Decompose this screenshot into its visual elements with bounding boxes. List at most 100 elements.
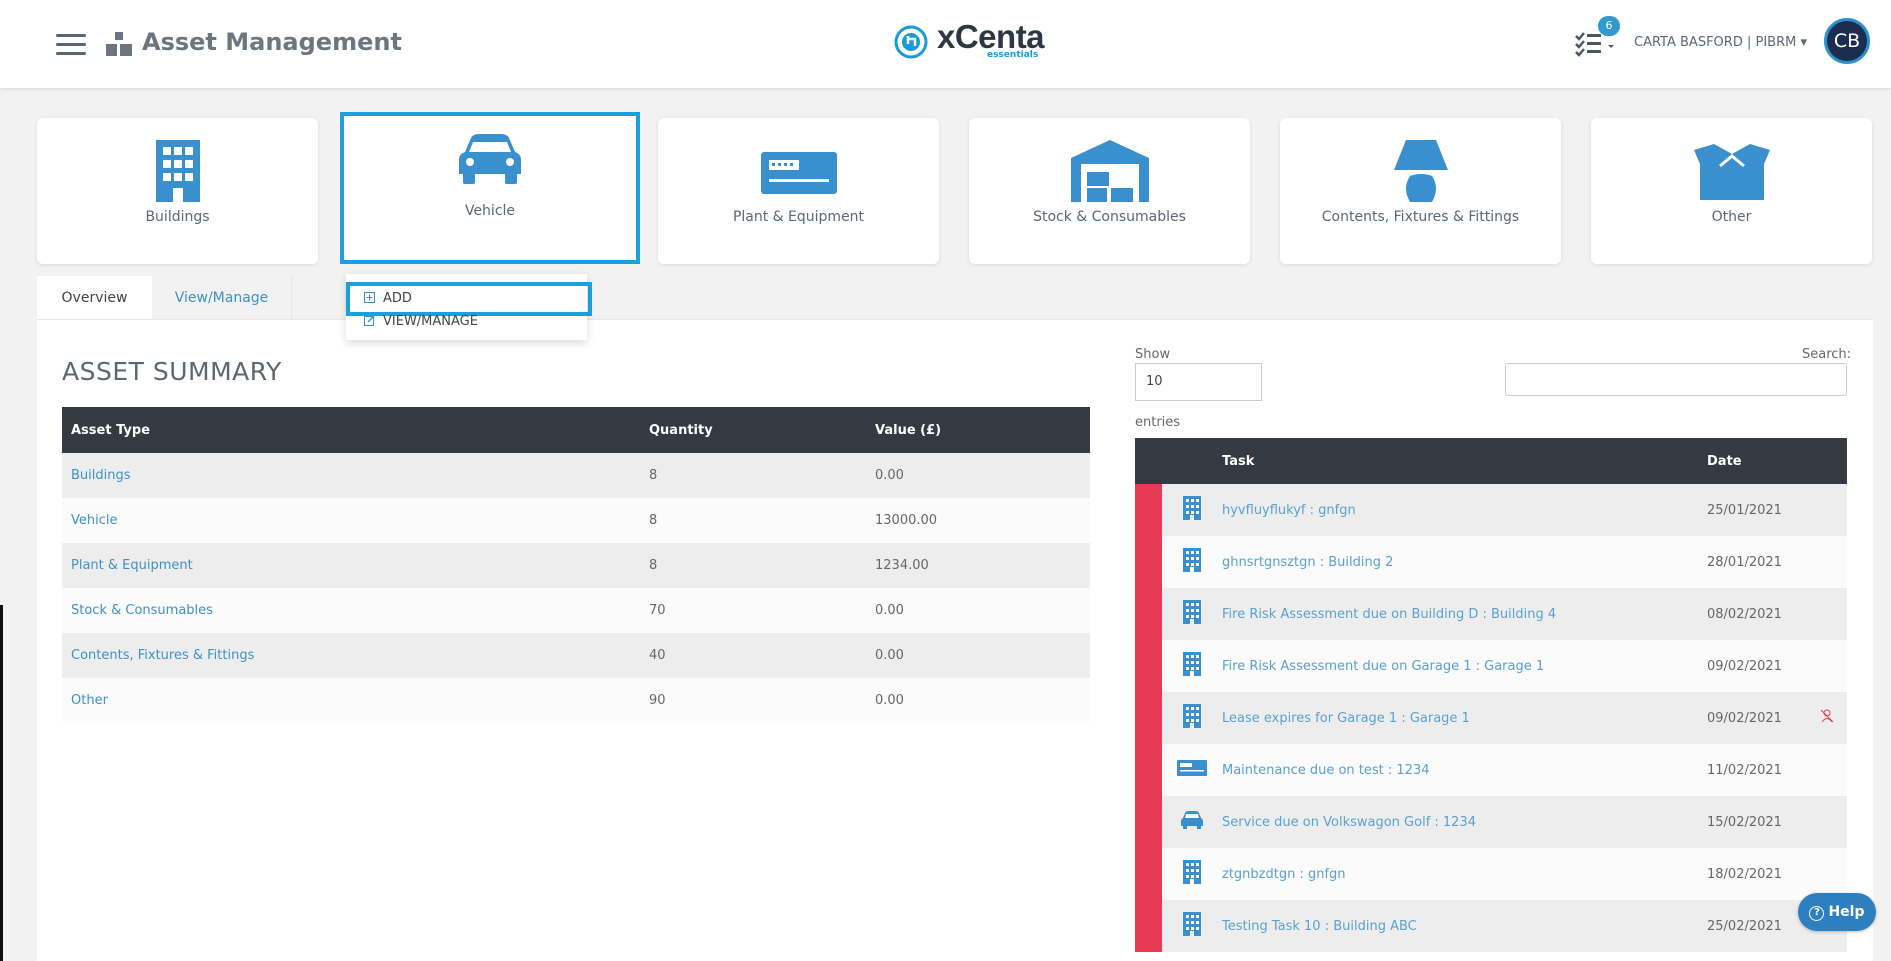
asset-type-link[interactable]: Stock & Consumables	[71, 603, 213, 618]
table-row: Contents, Fixtures & Fittings 40 0.00	[62, 633, 1090, 678]
asset-type-link[interactable]: Plant & Equipment	[71, 558, 193, 573]
category-card-vehicle[interactable]: Vehicle	[340, 112, 640, 264]
asset-type-link[interactable]: Contents, Fixtures & Fittings	[71, 648, 254, 663]
quantity-cell: 8	[640, 453, 866, 498]
asset-type-link[interactable]: Vehicle	[71, 513, 118, 528]
building-icon	[1162, 588, 1222, 640]
unassigned-user-icon[interactable]	[1807, 692, 1847, 744]
xcenta-logo[interactable]: xCenta essentials	[893, 18, 1061, 64]
building-icon	[1162, 640, 1222, 692]
date-cell: 25/01/2021	[1707, 484, 1807, 536]
tab-overview[interactable]: Overview	[37, 276, 152, 320]
logo-mark-icon	[894, 25, 928, 59]
table-row[interactable]: Service due on Volkswagon Golf : 1234 15/…	[1135, 796, 1847, 848]
equipment-icon	[760, 152, 837, 194]
table-header-row: Task Date	[1135, 438, 1847, 484]
category-card-stock-consumables[interactable]: Stock & Consumables	[969, 118, 1250, 264]
table-row[interactable]: Fire Risk Assessment due on Building D :…	[1135, 588, 1847, 640]
main-panel: ASSET SUMMARY Asset Type Quantity Value …	[37, 319, 1873, 961]
box-icon	[1693, 144, 1770, 200]
asset-type-cell: Vehicle	[62, 498, 640, 543]
task-link[interactable]: Service due on Volkswagon Golf : 1234	[1222, 815, 1476, 830]
priority-flag	[1135, 484, 1162, 536]
table-row[interactable]: ghnsrtgnsztgn : Building 2 28/01/2021	[1135, 536, 1847, 588]
priority-flag	[1135, 640, 1162, 692]
table-row[interactable]: hyvfluyflukyf : gnfgn 25/01/2021	[1135, 484, 1847, 536]
lamp-icon	[1393, 140, 1448, 202]
avatar[interactable]: CB	[1824, 18, 1870, 64]
date-cell: 11/02/2021	[1707, 744, 1807, 796]
task-link[interactable]: ztgnbzdtgn : gnfgn	[1222, 867, 1346, 882]
table-row[interactable]: Maintenance due on test : 1234 11/02/2021	[1135, 744, 1847, 796]
column-header-flag	[1135, 438, 1162, 484]
hamburger-menu-icon[interactable]	[56, 34, 86, 56]
menu-item-add[interactable]: ADD	[346, 282, 592, 316]
task-link[interactable]: Testing Task 10 : Building ABC	[1222, 919, 1417, 934]
category-label: Stock & Consumables	[1033, 209, 1186, 225]
building-icon	[155, 140, 200, 202]
question-icon: ?	[1809, 906, 1825, 921]
category-card-contents-fixtures[interactable]: Contents, Fixtures & Fittings	[1280, 118, 1561, 264]
task-link[interactable]: Maintenance due on test : 1234	[1222, 763, 1430, 778]
building-icon	[1162, 692, 1222, 744]
table-row[interactable]: Lease expires for Garage 1 : Garage 1 09/…	[1135, 692, 1847, 744]
task-link[interactable]: hyvfluyflukyf : gnfgn	[1222, 503, 1356, 518]
table-row[interactable]: Testing Task 10 : Building ABC 25/02/2021	[1135, 900, 1847, 952]
date-cell: 28/01/2021	[1707, 536, 1807, 588]
asset-type-link[interactable]: Other	[71, 693, 108, 708]
asset-summary-title: ASSET SUMMARY	[62, 357, 282, 386]
search-input[interactable]	[1505, 363, 1847, 396]
date-cell: 15/02/2021	[1707, 796, 1807, 848]
task-link[interactable]: Lease expires for Garage 1 : Garage 1	[1222, 711, 1470, 726]
task-cell: Service due on Volkswagon Golf : 1234	[1222, 796, 1707, 848]
building-icon	[1162, 484, 1222, 536]
task-link[interactable]: Fire Risk Assessment due on Building D :…	[1222, 607, 1556, 622]
car-icon	[1162, 796, 1222, 848]
task-link[interactable]: ghnsrtgnsztgn : Building 2	[1222, 555, 1393, 570]
table-row: Stock & Consumables 70 0.00	[62, 588, 1090, 633]
table-row[interactable]: ztgnbzdtgn : gnfgn 18/02/2021	[1135, 848, 1847, 900]
tab-view-manage[interactable]: View/Manage	[152, 276, 292, 320]
value-cell: 0.00	[866, 633, 1090, 678]
category-label: Vehicle	[464, 203, 516, 219]
asset-type-cell: Plant & Equipment	[62, 543, 640, 588]
entries-per-page-select[interactable]: 10	[1135, 363, 1262, 401]
task-cell: Fire Risk Assessment due on Garage 1 : G…	[1222, 640, 1707, 692]
show-label: Show	[1135, 347, 1171, 362]
menu-item-add-label: ADD	[383, 291, 412, 306]
task-cell: Fire Risk Assessment due on Building D :…	[1222, 588, 1707, 640]
asset-summary-table: Asset Type Quantity Value (£) Buildings …	[62, 407, 1090, 723]
asset-type-link[interactable]: Buildings	[71, 468, 131, 483]
priority-flag	[1135, 900, 1162, 952]
column-header-extra	[1807, 438, 1847, 484]
task-cell: Maintenance due on test : 1234	[1222, 744, 1707, 796]
asset-type-cell: Buildings	[62, 453, 640, 498]
task-cell: Testing Task 10 : Building ABC	[1222, 900, 1707, 952]
top-header: Asset Management xCenta essentials 6 CAR…	[0, 0, 1891, 88]
quantity-cell: 40	[640, 633, 866, 678]
category-card-other[interactable]: Other	[1591, 118, 1872, 264]
category-card-buildings[interactable]: Buildings	[37, 118, 318, 264]
task-link[interactable]: Fire Risk Assessment due on Garage 1 : G…	[1222, 659, 1544, 674]
category-card-plant-equipment[interactable]: Plant & Equipment	[658, 118, 939, 264]
building-icon	[1162, 848, 1222, 900]
category-label: Other	[1711, 209, 1752, 225]
plus-square-icon	[364, 292, 375, 303]
asset-type-cell: Other	[62, 678, 640, 723]
warehouse-icon	[1070, 140, 1149, 202]
help-button[interactable]: ? Help	[1798, 893, 1876, 931]
task-table: Task Date hyvfluyflukyf : gnfgn 25/01/202…	[1135, 438, 1847, 952]
table-row: Plant & Equipment 8 1234.00	[62, 543, 1090, 588]
category-label: Plant & Equipment	[732, 209, 865, 225]
empty-cell	[1807, 588, 1847, 640]
date-cell: 25/02/2021	[1707, 900, 1807, 952]
app-title: Asset Management	[142, 28, 402, 56]
search-label: Search:	[1802, 347, 1852, 362]
table-row[interactable]: Fire Risk Assessment due on Garage 1 : G…	[1135, 640, 1847, 692]
car-icon	[459, 134, 521, 184]
entries-label: entries	[1135, 415, 1181, 430]
menu-item-view-manage[interactable]: VIEW/MANAGE	[364, 314, 478, 329]
asset-type-cell: Contents, Fixtures & Fittings	[62, 633, 640, 678]
value-cell: 13000.00	[866, 498, 1090, 543]
user-menu[interactable]: CARTA BASFORD | PIBRM ▾	[1634, 35, 1807, 50]
